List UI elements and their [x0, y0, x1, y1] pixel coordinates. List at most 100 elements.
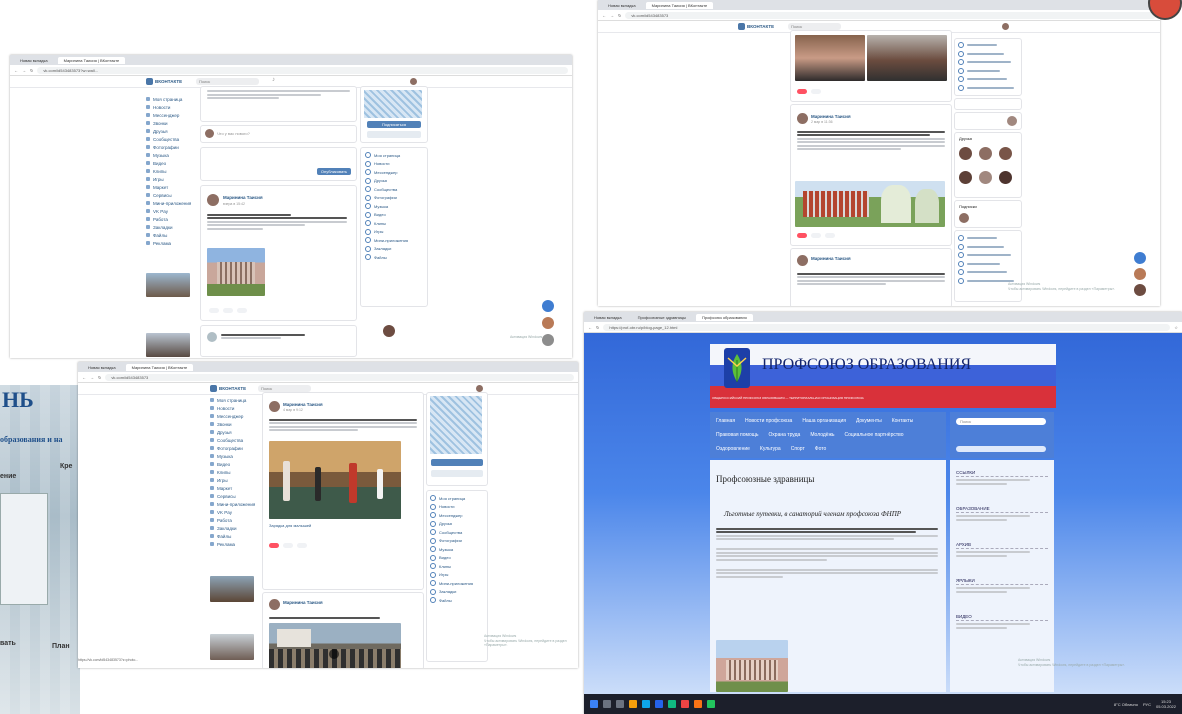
site-nav-link[interactable]: Наша организация [802, 418, 846, 424]
right-menu-item[interactable]: Фотографии [365, 194, 408, 203]
share-button[interactable] [297, 543, 307, 548]
post-author[interactable]: Маринина Таисия [283, 402, 323, 407]
right-menu-item[interactable]: Закладки [430, 588, 473, 597]
sidebar-photo[interactable] [146, 273, 190, 297]
reload-icon[interactable]: ↻ [596, 325, 599, 330]
post-date[interactable]: вчера в 15:42 [223, 202, 245, 206]
sidebar-link[interactable] [956, 482, 1007, 485]
post-date[interactable]: 2 мар в 11:36 [811, 120, 833, 124]
sidebar-item[interactable]: Работа [210, 516, 255, 524]
back-icon[interactable]: ← [602, 13, 606, 18]
sidebar-item[interactable]: Клипы [146, 167, 191, 175]
app-icon[interactable] [681, 700, 689, 708]
browser-tab[interactable]: Новая вкладка [588, 314, 628, 321]
avatar[interactable] [959, 213, 969, 223]
post-photo-building[interactable] [207, 248, 265, 296]
right-menu-item[interactable]: Мини-приложения [365, 236, 408, 245]
right-menu-item[interactable]: Друзья [365, 177, 408, 186]
vk-logo[interactable]: ВКОНТАКТЕ [210, 385, 246, 392]
site-search-input[interactable]: Поиск [956, 418, 1046, 425]
search-button[interactable] [956, 446, 1046, 452]
right-menu-item[interactable]: Музыка [365, 202, 408, 211]
friend-avatar[interactable] [979, 147, 992, 160]
site-nav-link[interactable]: Оздоровление [716, 446, 750, 452]
sidebar-item[interactable]: Друзья [210, 428, 255, 436]
comment-button[interactable] [283, 543, 293, 548]
vk-search-input[interactable]: Поиск [196, 78, 259, 85]
sidebar-item[interactable]: Звонки [146, 119, 191, 127]
vk-logo[interactable]: ВКОНТАКТЕ [146, 78, 182, 85]
like-button[interactable] [797, 233, 807, 238]
edge-icon[interactable] [642, 700, 650, 708]
site-nav-link[interactable]: Главная [716, 418, 735, 424]
right-menu-item[interactable]: Моя страница [365, 151, 408, 160]
start-icon[interactable] [590, 700, 598, 708]
sidebar-item[interactable]: VK Pay [210, 508, 255, 516]
friend-avatar[interactable] [999, 147, 1012, 160]
post-author[interactable]: Маринина Таисия [811, 256, 851, 261]
back-icon[interactable]: ← [14, 68, 18, 73]
app-icon[interactable] [668, 700, 676, 708]
friend-avatar[interactable] [959, 171, 972, 184]
site-nav-link[interactable]: Правовая помощь [716, 432, 758, 438]
share-button[interactable] [237, 308, 247, 313]
like-button[interactable] [269, 543, 279, 548]
like-button[interactable] [797, 89, 807, 94]
reload-icon[interactable]: ↻ [98, 375, 101, 380]
user-avatar[interactable] [1002, 23, 1009, 30]
clock[interactable]: 15:23 05.03.2022 [1156, 699, 1176, 709]
sidebar-item[interactable]: Мини-приложения [146, 199, 191, 207]
forward-icon[interactable]: → [610, 13, 614, 18]
reload-icon[interactable]: ↻ [30, 68, 33, 73]
right-menu-item[interactable]: Моя страница [430, 494, 473, 503]
sidebar-item[interactable]: Файлы [146, 231, 191, 239]
sidebar-link[interactable] [956, 623, 1030, 625]
sidebar-item[interactable]: Сервисы [146, 191, 191, 199]
author-avatar[interactable] [797, 113, 808, 124]
browser-tab[interactable]: Новая вкладка [602, 2, 642, 9]
sidebar-link[interactable] [956, 554, 1007, 557]
sidebar-link[interactable] [956, 590, 1007, 593]
sidebar-item[interactable]: Маркет [210, 484, 255, 492]
browser-tab[interactable]: Маринина Таисия | ВКонтакте [645, 1, 714, 9]
post-date[interactable]: 4 мар в 9:12 [283, 408, 303, 412]
sidebar-link[interactable] [956, 479, 1030, 481]
right-menu-item[interactable]: Игры [430, 571, 473, 580]
friend-avatar[interactable] [979, 171, 992, 184]
post-author[interactable]: Маринина Таисия [223, 195, 263, 200]
vk-search-input[interactable]: Поиск [258, 385, 311, 392]
author-avatar[interactable] [269, 599, 280, 610]
sidebar-item[interactable]: Мессенджер [210, 412, 255, 420]
comment-button[interactable] [811, 89, 821, 94]
post-photo-people[interactable] [795, 35, 865, 81]
browser-tab[interactable]: Новая вкладка [14, 57, 54, 64]
sanatorium-photo[interactable] [716, 640, 788, 692]
vk-search-input[interactable]: Поиск [788, 23, 841, 30]
right-menu-item[interactable]: Фотографии [430, 537, 473, 546]
right-menu-item[interactable]: Закладки [365, 245, 408, 254]
sidebar-item[interactable]: Сообщества [210, 436, 255, 444]
sidebar-item[interactable]: Мессенджер [146, 111, 191, 119]
site-nav-link[interactable]: Контакты [892, 418, 914, 424]
comment-button[interactable] [811, 233, 821, 238]
url-field[interactable]: vk.com/id543483573 [105, 373, 574, 381]
browser-tab[interactable]: Маринина Таисия | ВКонтакте [57, 56, 126, 64]
sidebar-item[interactable]: Новости [146, 103, 191, 111]
language-indicator[interactable]: РУС [1143, 702, 1151, 707]
profile-link-item[interactable] [958, 260, 1014, 269]
chat-bubble-avatar[interactable] [542, 317, 554, 329]
user-avatar[interactable] [476, 385, 483, 392]
union-logo[interactable] [724, 348, 750, 388]
sidebar-item[interactable]: Сообщества [146, 135, 191, 143]
reload-icon[interactable]: ↻ [618, 13, 621, 18]
sidebar-link[interactable] [956, 551, 1030, 553]
right-menu-item[interactable]: Новости [430, 503, 473, 512]
sidebar-link[interactable] [956, 587, 1030, 589]
author-avatar[interactable] [269, 401, 280, 412]
sidebar-item[interactable]: Друзья [146, 127, 191, 135]
post-author[interactable]: Маринина Таисия [283, 600, 323, 605]
profile-link-item[interactable] [958, 234, 1014, 243]
forward-icon[interactable]: → [22, 68, 26, 73]
sidebar-item[interactable]: Файлы [210, 532, 255, 540]
friends-label[interactable]: Друзья [959, 136, 972, 141]
